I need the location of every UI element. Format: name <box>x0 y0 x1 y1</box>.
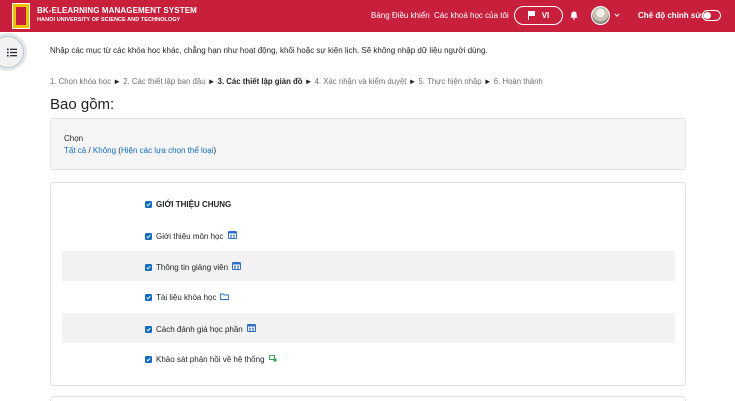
select-all-link[interactable]: Tất cả <box>64 146 86 155</box>
university-logo[interactable] <box>12 3 30 29</box>
page-icon <box>232 262 242 272</box>
select-links: Tất cả / Không (Hiện các lựa chọn thể lo… <box>64 146 216 155</box>
step-separator: ► <box>481 77 494 86</box>
step-separator: ► <box>205 77 218 86</box>
step-separator: ► <box>302 77 315 86</box>
brand-subtitle: HANOI UNIVERSITY OF SCIENCE AND TECHNOLO… <box>37 17 181 23</box>
include-checkbox[interactable] <box>145 325 152 333</box>
step-6: 6. Hoàn thành <box>493 77 543 86</box>
page-heading: Bao gồm: <box>50 96 115 113</box>
section-item-label: Thông tin giảng viên <box>156 262 229 272</box>
include-checkbox[interactable] <box>145 263 152 271</box>
edit-mode-label: Chế độ chỉnh sửa <box>638 11 706 20</box>
show-type-options-link[interactable]: Hiện các lựa chọn thể loại <box>121 146 214 155</box>
top-navbar: BK-ELEARNING MANAGEMENT SYSTEM HANOI UNI… <box>0 0 735 32</box>
step-1: 1. Chọn khóa học <box>50 77 112 86</box>
close-paren: ) <box>213 146 217 155</box>
select-none-link[interactable]: Không <box>93 146 116 155</box>
step-separator: ► <box>406 77 419 86</box>
bell-icon[interactable] <box>570 11 578 20</box>
include-checkbox[interactable] <box>145 356 152 363</box>
user-avatar[interactable] <box>591 6 610 25</box>
step-separator: ► <box>111 77 124 86</box>
feedback-icon <box>268 355 277 364</box>
import-steps-breadcrumb: 1. Chọn khóa học ► 2. Các thiết lập ban … <box>50 77 543 86</box>
section-item-row: Thông tin giảng viên <box>62 251 675 281</box>
section-item[interactable]: Cách đánh giá học phần <box>145 324 256 334</box>
include-checkbox[interactable] <box>145 232 152 240</box>
section-item[interactable]: Tài liệu khóa học <box>145 293 230 302</box>
section-item[interactable]: Thông tin giảng viên <box>145 262 242 272</box>
chevron-down-icon[interactable] <box>614 12 620 18</box>
language-code: VI <box>541 11 550 20</box>
section-item-row: Khảo sát phản hồi về hệ thống <box>62 344 675 374</box>
section-item-row: Tài liệu khóa học <box>62 282 675 312</box>
include-checkbox[interactable] <box>145 201 152 208</box>
section-item-label: Cách đánh giá học phần <box>156 324 243 334</box>
page-icon <box>227 231 237 241</box>
select-label: Chọn <box>64 134 84 143</box>
select-slash: / <box>86 146 93 155</box>
section-item[interactable]: Giới thiệu môn học <box>145 231 237 241</box>
section-item-label: Giới thiệu môn học <box>156 231 224 241</box>
page-icon <box>246 324 256 334</box>
step-5: 5. Thực hiện nhập <box>418 77 482 86</box>
brand-title: BK-ELEARNING MANAGEMENT SYSTEM <box>37 6 197 15</box>
course-index-drawer-button[interactable] <box>0 36 24 68</box>
brand[interactable]: BK-ELEARNING MANAGEMENT SYSTEM HANOI UNI… <box>37 6 197 23</box>
section-item[interactable]: Khảo sát phản hồi về hệ thống <box>145 355 277 364</box>
step-3: 3. Các thiết lập giản đồ <box>217 77 303 86</box>
language-button[interactable]: VI <box>514 6 563 25</box>
section-item-label: GIỚI THIỆU CHUNG <box>156 200 232 209</box>
flag-icon <box>527 11 536 20</box>
list-icon <box>7 48 17 56</box>
nav-dashboard-link[interactable]: Bảng Điều khiển <box>371 11 430 20</box>
nav-my-courses-link[interactable]: Các khoá học của tôi <box>434 11 509 20</box>
edit-mode-toggle[interactable] <box>702 10 721 21</box>
section-item[interactable]: GIỚI THIỆU CHUNG <box>145 200 231 209</box>
include-checkbox[interactable] <box>145 294 152 301</box>
section-item-row: Giới thiệu môn học <box>62 220 675 250</box>
section-item-label: Khảo sát phản hồi về hệ thống <box>156 355 265 364</box>
next-section-box <box>50 396 686 401</box>
section-item-row: GIỚI THIỆU CHUNG <box>62 189 675 219</box>
step-2: 2. Các thiết lập ban đầu <box>123 77 206 86</box>
section-item-label: Tài liệu khóa học <box>156 293 217 302</box>
import-intro-text: Nhập các mục từ các khóa học khác, chẳng… <box>50 46 488 55</box>
sections-settings-box: GIỚI THIỆU CHUNG Giới thiệu môn học Thông … <box>50 182 686 386</box>
section-item-row: Cách đánh giá học phần <box>62 313 675 343</box>
step-4: 4. Xác nhận và kiểm duyệt <box>314 77 407 86</box>
select-all-none-box: Chọn Tất cả / Không (Hiện các lựa chọn t… <box>50 118 686 170</box>
folder-icon <box>220 293 230 302</box>
